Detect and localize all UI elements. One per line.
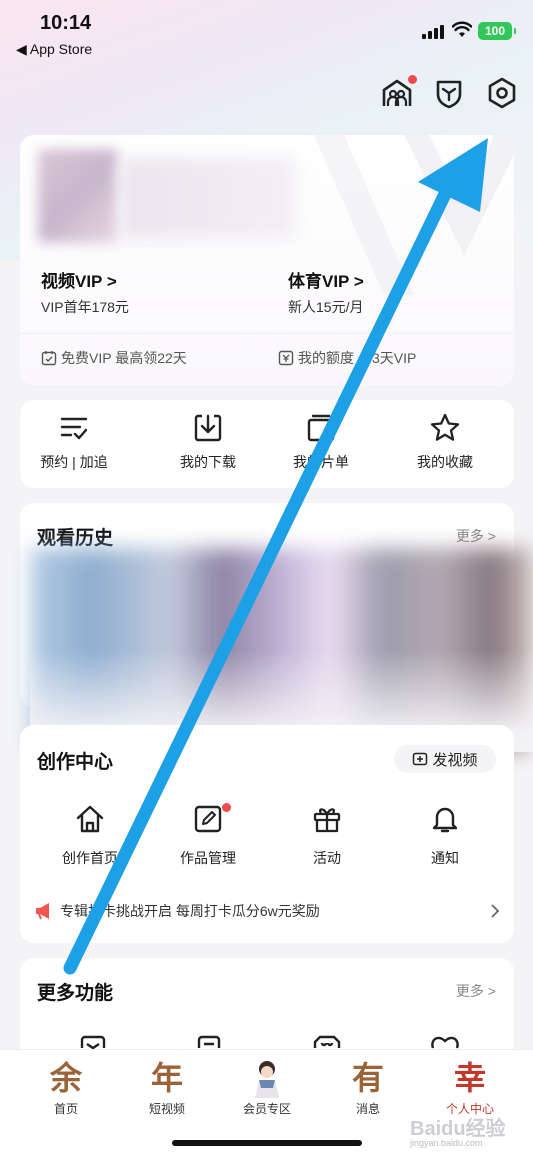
battery-indicator: 100	[478, 22, 516, 40]
tab-short-video[interactable]: 年 短视频	[117, 1058, 217, 1117]
tab-glyph: 有	[351, 1059, 384, 1097]
activity-button[interactable]: 活动	[272, 803, 382, 868]
quota-days: 3天VIP	[372, 350, 417, 366]
calendar-check-icon	[41, 351, 57, 366]
quick-action-playlist[interactable]: 我的片单	[266, 412, 376, 472]
download-icon	[194, 414, 222, 442]
tab-glyph: 年	[150, 1059, 183, 1097]
watermark-logo: Baidu经验	[410, 1118, 506, 1140]
sports-vip-subtitle: 新人15元/月	[288, 299, 364, 315]
mascot-icon	[245, 1058, 289, 1098]
create-center-card: 创作中心 发视频 创作首页 作品管理 活动 通知 专辑打卡挑战开启 每周打卡瓜分…	[20, 725, 514, 943]
create-home-button[interactable]: 创作首页	[35, 803, 145, 868]
tab-messages[interactable]: 有 消息	[318, 1058, 418, 1117]
chevron-right-icon	[491, 904, 500, 918]
tab-label: 首页	[53, 1102, 78, 1116]
status-bar: 10:14 ◀ App Store 100	[0, 0, 533, 70]
quota-icon	[278, 350, 294, 366]
sports-vip-link[interactable]: 体育VIP >	[288, 267, 364, 292]
quick-action-reserve[interactable]: 预约 | 加追	[20, 412, 129, 472]
create-action-label: 活动	[313, 850, 341, 866]
tab-label: 消息	[355, 1102, 380, 1116]
watermark-url: jingyan.baidu.com	[410, 1138, 483, 1148]
wifi-icon	[452, 21, 472, 37]
list-check-icon	[60, 417, 88, 440]
signal-icon	[422, 25, 444, 39]
home-indicator	[172, 1140, 362, 1146]
tab-label: 会员专区	[242, 1102, 291, 1116]
tab-vip-zone[interactable]: 会员专区	[217, 1058, 317, 1117]
my-quota-link[interactable]: 我的额度 3天VIP	[278, 348, 416, 368]
works-notification-dot	[222, 803, 231, 812]
post-video-button[interactable]: 发视频	[394, 745, 496, 773]
create-action-label: 作品管理	[180, 850, 236, 866]
tab-glyph: 幸	[453, 1059, 486, 1097]
vip-card: 视频VIP > VIP首年178元 体育VIP > 新人15元/月 免费VIP …	[20, 135, 514, 385]
quick-action-favorites[interactable]: 我的收藏	[390, 412, 500, 472]
shield-icon[interactable]	[432, 76, 466, 110]
tab-glyph: 余	[49, 1059, 82, 1097]
free-vip-link[interactable]: 免费VIP 最高领22天	[41, 348, 187, 368]
divider	[20, 333, 514, 334]
history-title: 观看历史	[37, 528, 114, 549]
create-center-title: 创作中心	[37, 752, 114, 773]
edit-icon	[194, 805, 222, 833]
more-features-title: 更多功能	[37, 983, 114, 1004]
home-icon	[76, 805, 104, 833]
tab-label: 短视频	[148, 1102, 185, 1116]
quick-actions-card: 预约 | 加追 我的下载 我的片单 我的收藏	[20, 400, 514, 488]
quick-action-label: 我的下载	[180, 454, 236, 470]
gift-icon	[313, 808, 341, 833]
tab-profile[interactable]: 幸 个人中心	[420, 1058, 520, 1117]
user-name[interactable]	[120, 157, 295, 239]
create-action-label: 通知	[431, 850, 459, 866]
quick-action-label: 预约 | 加追	[40, 454, 108, 470]
megaphone-icon	[36, 903, 49, 920]
video-vip-subtitle: VIP首年178元	[41, 299, 129, 315]
post-video-label: 发视频	[432, 751, 478, 769]
my-quota-label: 我的额度	[298, 350, 354, 366]
settings-icon[interactable]	[485, 76, 519, 110]
more-features-link[interactable]: 更多 >	[456, 981, 496, 1001]
works-manage-button[interactable]: 作品管理	[153, 803, 263, 868]
playlist-icon	[307, 414, 335, 442]
quick-action-download[interactable]: 我的下载	[153, 412, 263, 472]
tab-home[interactable]: 余 首页	[16, 1058, 116, 1117]
star-icon	[430, 413, 460, 441]
create-action-label: 创作首页	[62, 850, 118, 866]
bell-icon	[432, 807, 458, 833]
notification-dot	[408, 75, 417, 84]
avatar[interactable]	[38, 149, 118, 243]
notice-text: 专辑打卡挑战开启 每周打卡瓜分6w元奖励	[60, 903, 320, 919]
challenge-notice[interactable]: 专辑打卡挑战开启 每周打卡瓜分6w元奖励	[34, 897, 500, 925]
history-more-link[interactable]: 更多 >	[456, 526, 496, 546]
back-to-app-store[interactable]: ◀ App Store	[16, 41, 92, 58]
notification-button[interactable]: 通知	[390, 803, 500, 868]
status-time: 10:14	[40, 12, 92, 34]
video-vip-link[interactable]: 视频VIP >	[41, 267, 117, 292]
free-vip-label: 免费VIP 最高领22天	[61, 350, 187, 366]
quick-action-label: 我的片单	[293, 454, 349, 470]
add-video-icon	[413, 752, 428, 766]
quick-action-label: 我的收藏	[417, 454, 473, 470]
